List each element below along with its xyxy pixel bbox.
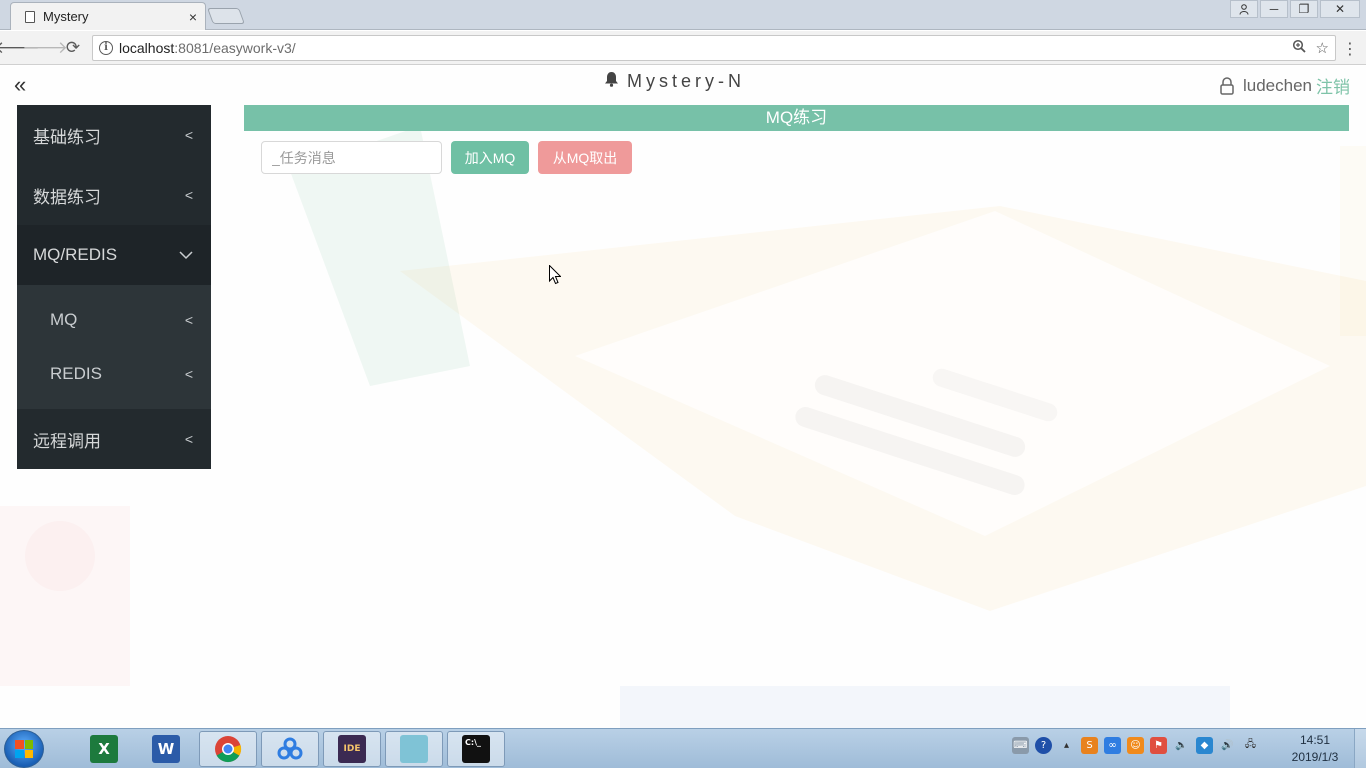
chevron-left-icon: <: [184, 127, 193, 143]
speaker-muted-icon[interactable]: 🔈: [1173, 737, 1190, 754]
chrome-icon: [215, 736, 242, 763]
brand-title: Mystery-N: [604, 71, 745, 92]
forward-arrow-icon[interactable]: 🡒: [22, 36, 68, 60]
user-icon: [1219, 76, 1235, 95]
take-from-mq-button[interactable]: 从MQ取出: [538, 141, 632, 174]
taskbar-excel[interactable]: X: [75, 731, 133, 767]
sidebar-submenu: MQ < REDIS <: [17, 285, 211, 409]
tab-title: Mystery: [43, 9, 89, 24]
system-tray: ⌨ ? ▴ S ∞ ☺ ⚑ 🔈 ◆ 🔊 🖧: [1012, 737, 1259, 754]
network-icon[interactable]: 🖧: [1242, 737, 1259, 754]
notepad-icon: [400, 735, 428, 763]
sidebar-item-label: 数据练习: [33, 187, 101, 207]
minimize-icon[interactable]: ─: [1260, 0, 1288, 18]
eclipse-javaee-icon: IDE: [338, 735, 366, 763]
page: « Mystery-N ludechen 注销 基础练习 < 数据练习 < MQ…: [0, 66, 1366, 728]
baidu-netdisk-icon: [277, 737, 303, 760]
sidebar-item-label: MQ/REDIS: [33, 245, 118, 264]
logout-link[interactable]: 注销: [1316, 73, 1350, 98]
page-icon: [25, 10, 35, 23]
chevron-down-icon: [179, 247, 193, 263]
username: ludechen: [1242, 75, 1312, 95]
taskbar-chrome[interactable]: [199, 731, 257, 767]
cmd-icon: C:\_: [462, 735, 490, 763]
tab-close-icon[interactable]: ×: [189, 9, 197, 25]
help-icon[interactable]: ?: [1035, 737, 1052, 754]
chevron-left-icon: <: [184, 187, 193, 203]
url-path: :8081/easywork-v3/: [174, 40, 296, 56]
bell-icon: [604, 71, 619, 92]
sidebar-item-remote-call[interactable]: 远程调用 <: [17, 409, 211, 469]
browser-tabbar: Mystery × ─ ❐ ✕: [0, 0, 1366, 30]
browser-toolbar: 🡐 🡒 ⟳ i localhost:8081/easywork-v3/ ☆ ⋮: [0, 31, 1366, 65]
task-message-input[interactable]: [261, 141, 442, 174]
sidebar-subitem-label: REDIS: [50, 364, 102, 383]
taskbar-eclipse[interactable]: IDE: [323, 731, 381, 767]
add-to-mq-button[interactable]: 加入MQ: [451, 141, 529, 174]
security-icon[interactable]: ☺: [1127, 737, 1144, 754]
brand-text: Mystery-N: [627, 71, 745, 91]
browser-menu-icon[interactable]: ⋮: [1342, 39, 1358, 59]
page-title: MQ练习: [244, 105, 1349, 131]
chevron-left-icon: <: [184, 431, 193, 447]
new-tab-button[interactable]: [207, 8, 245, 24]
sidebar-item-label: 远程调用: [33, 431, 101, 451]
taskbar: X W IDE C:\_ ⌨ ? ▴ S ∞ ☺ ⚑ 🔈 ◆ 🔊 🖧 14:51…: [0, 728, 1366, 768]
restore-icon[interactable]: ❐: [1290, 0, 1318, 18]
windows-logo-icon: [15, 740, 33, 758]
clock-date: 2019/1/3: [1291, 750, 1339, 764]
bookmark-star-icon[interactable]: ☆: [1316, 39, 1329, 57]
taskbar-word[interactable]: W: [137, 731, 195, 767]
netdisk-tray-icon[interactable]: ∞: [1104, 737, 1121, 754]
mouse-cursor-icon: [549, 265, 561, 285]
clock-time: 14:51: [1299, 733, 1331, 747]
app-tray-icon[interactable]: ◆: [1196, 737, 1213, 754]
reload-icon[interactable]: ⟳: [61, 36, 85, 60]
taskbar-baidu-netdisk[interactable]: [261, 731, 319, 767]
word-icon: W: [152, 735, 180, 763]
sidebar-item-basic-practice[interactable]: 基础练习 <: [17, 105, 211, 165]
profile-icon[interactable]: [1230, 0, 1258, 18]
url-host: localhost: [119, 40, 175, 56]
url-text[interactable]: localhost:8081/easywork-v3/: [119, 40, 1282, 56]
sidebar: 基础练习 < 数据练习 < MQ/REDIS MQ < REDIS < 远程调用: [17, 105, 211, 469]
zoom-icon[interactable]: [1292, 39, 1306, 57]
start-button[interactable]: [4, 730, 44, 768]
sidebar-item-mq-redis[interactable]: MQ/REDIS: [17, 225, 211, 285]
address-bar[interactable]: i localhost:8081/easywork-v3/ ☆: [92, 35, 1336, 61]
taskbar-cmd[interactable]: C:\_: [447, 731, 505, 767]
keyboard-icon[interactable]: ⌨: [1012, 737, 1029, 754]
close-window-icon[interactable]: ✕: [1320, 0, 1360, 18]
excel-icon: X: [90, 735, 118, 763]
ime-icon[interactable]: S: [1081, 737, 1098, 754]
window-controls: ─ ❐ ✕: [1230, 0, 1360, 18]
taskbar-notepad[interactable]: [385, 731, 443, 767]
sidebar-item-data-practice[interactable]: 数据练习 <: [17, 165, 211, 225]
browser-tab[interactable]: Mystery ×: [10, 2, 206, 30]
tray-expand-icon[interactable]: ▴: [1058, 737, 1075, 754]
user-area: ludechen 注销: [1219, 73, 1350, 98]
volume-icon[interactable]: 🔊: [1219, 737, 1236, 754]
sidebar-collapse-toggle[interactable]: «: [14, 72, 26, 98]
chevron-left-icon: <: [184, 312, 193, 328]
sidebar-item-label: 基础练习: [33, 127, 101, 147]
flag-icon[interactable]: ⚑: [1150, 737, 1167, 754]
sidebar-item-redis[interactable]: REDIS <: [17, 347, 211, 401]
sidebar-item-mq[interactable]: MQ <: [17, 293, 211, 347]
taskbar-clock[interactable]: 14:51 2019/1/3: [1280, 732, 1350, 766]
sidebar-subitem-label: MQ: [50, 310, 78, 329]
chevron-left-icon: <: [184, 366, 193, 382]
show-desktop-button[interactable]: [1354, 729, 1366, 768]
info-icon[interactable]: i: [99, 41, 113, 55]
